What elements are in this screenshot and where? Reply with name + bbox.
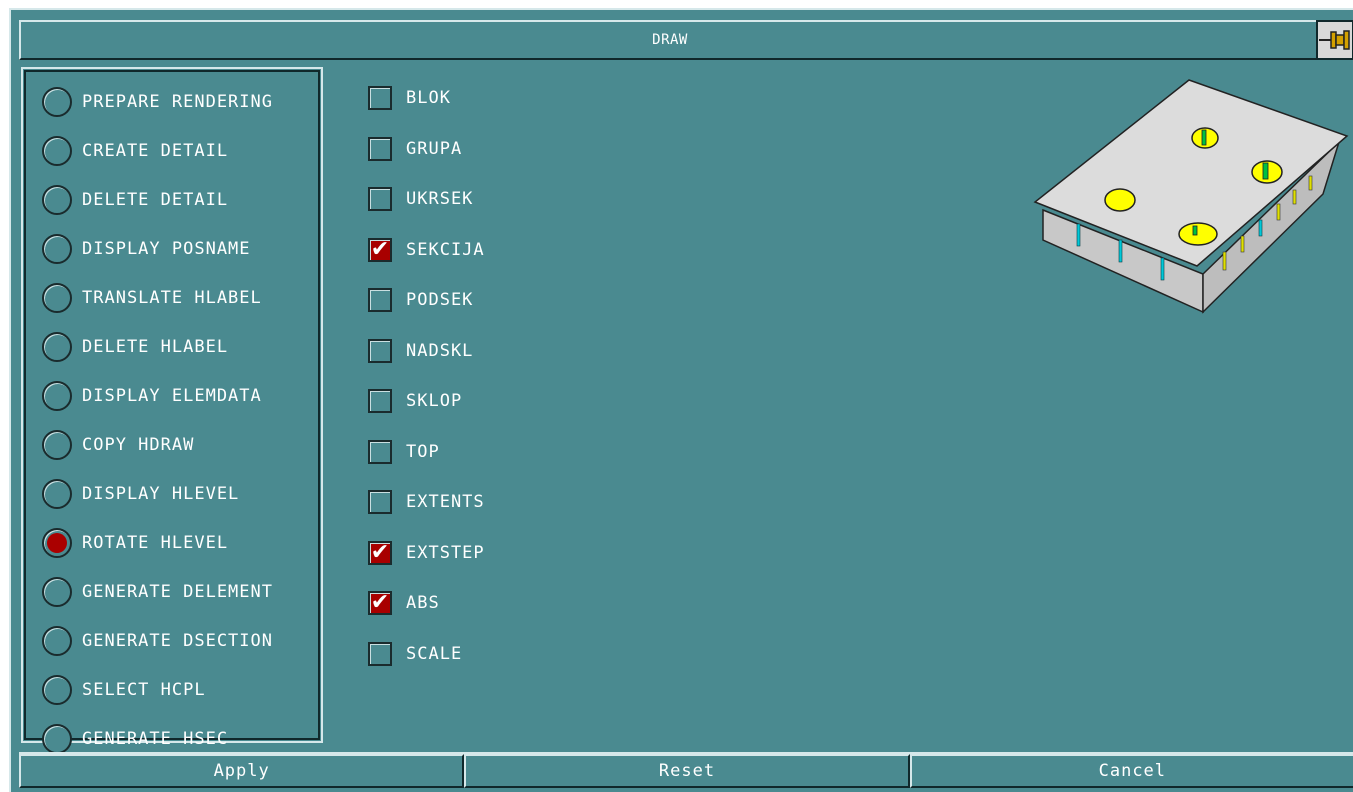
radio-selected-icon[interactable]	[42, 528, 72, 558]
radio-option-label: ROTATE HLEVEL	[82, 533, 229, 553]
checkbox-option[interactable]: SCALE	[368, 639, 462, 669]
radio-unselected-icon[interactable]	[42, 626, 72, 656]
operation-radio-panel: PREPARE RENDERING CREATE DETAIL DELETE DET…	[21, 67, 323, 754]
checkbox-unchecked-icon[interactable]	[368, 389, 392, 413]
radio-option-label: DELETE DETAIL	[82, 190, 229, 210]
radio-unselected-icon[interactable]	[42, 136, 72, 166]
radio-option-label: DISPLAY HLEVEL	[82, 484, 240, 504]
checkbox-checked-icon[interactable]: ✔	[368, 236, 392, 262]
checkbox-option-label: BLOK	[406, 88, 451, 108]
checkbox-option-label: TOP	[406, 441, 440, 462]
radio-option[interactable]: ROTATE HLEVEL	[42, 527, 228, 559]
checkbox-option-label: GRUPA	[406, 138, 463, 159]
radio-option-label: TRANSLATE HLABEL	[82, 288, 262, 308]
radio-option[interactable]: DISPLAY ELEMDATA	[42, 380, 262, 412]
checkbox-option[interactable]: EXTENTS	[368, 487, 485, 517]
checkmark-icon: ✔	[370, 590, 390, 615]
apply-button[interactable]: Apply	[19, 754, 465, 788]
pin-button[interactable]	[1316, 20, 1353, 60]
radio-option-label: DELETE HLABEL	[82, 337, 229, 357]
checkbox-option-label: SKLOP	[406, 391, 463, 411]
radio-option-label: CREATE DETAIL	[82, 141, 229, 161]
checkbox-unchecked-icon[interactable]	[368, 187, 392, 211]
checkbox-option[interactable]: TOP	[368, 437, 440, 467]
radio-option[interactable]: DISPLAY HLEVEL	[42, 478, 239, 510]
checkbox-option[interactable]: ✔ ABS	[368, 588, 440, 618]
radio-option[interactable]: DELETE HLABEL	[42, 331, 228, 363]
radio-option-label: COPY HDRAW	[82, 435, 195, 455]
radio-option-label: GENERATE DELEMENT	[82, 582, 273, 602]
checkbox-option-label: PODSEK	[406, 290, 474, 310]
checkbox-option[interactable]: NADSKL	[368, 336, 473, 366]
radio-option-label: DISPLAY ELEMDATA	[82, 386, 262, 406]
checkmark-icon: ✔	[370, 236, 390, 262]
radio-unselected-icon[interactable]	[42, 283, 72, 313]
radio-option[interactable]: DELETE DETAIL	[42, 184, 228, 216]
radio-option[interactable]: GENERATE DSECTION	[42, 625, 273, 657]
radio-unselected-icon[interactable]	[42, 724, 72, 754]
radio-option-label: PREPARE RENDERING	[82, 92, 273, 112]
checkbox-unchecked-icon[interactable]	[368, 136, 392, 161]
cancel-button[interactable]: Cancel	[909, 754, 1353, 788]
radio-unselected-icon[interactable]	[42, 381, 72, 411]
radio-unselected-icon[interactable]	[42, 479, 72, 509]
radio-option-label: SELECT HCPL	[82, 680, 206, 700]
radio-option[interactable]: COPY HDRAW	[42, 429, 194, 461]
radio-unselected-icon[interactable]	[42, 430, 72, 460]
radio-unselected-icon[interactable]	[42, 332, 72, 362]
checkbox-option-label: EXTSTEP	[406, 542, 485, 563]
radio-unselected-icon[interactable]	[42, 234, 72, 264]
radio-option[interactable]: SELECT HCPL	[42, 674, 206, 706]
radio-option-label: DISPLAY POSNAME	[82, 239, 251, 259]
checkbox-option-label: ABS	[406, 593, 440, 613]
checkbox-option[interactable]: BLOK	[368, 83, 451, 113]
checkbox-option[interactable]: ✔ SEKCIJA	[368, 235, 485, 265]
dialog-title: DRAW	[19, 20, 1321, 60]
radio-option[interactable]: DISPLAY POSNAME	[42, 233, 251, 265]
radio-unselected-icon[interactable]	[42, 577, 72, 607]
checkbox-checked-icon[interactable]: ✔	[368, 539, 392, 565]
radio-option[interactable]: CREATE DETAIL	[42, 135, 228, 167]
checkbox-option[interactable]: PODSEK	[368, 285, 473, 315]
radio-option[interactable]: PREPARE RENDERING	[42, 86, 273, 118]
checkbox-unchecked-icon[interactable]	[368, 439, 392, 464]
hull-model-preview	[1033, 79, 1349, 314]
checkmark-icon: ✔	[370, 539, 390, 565]
checkbox-option[interactable]: SKLOP	[368, 386, 462, 416]
radio-option-label: GENERATE DSECTION	[82, 631, 273, 651]
checkbox-option[interactable]: UKRSEK	[368, 184, 473, 214]
checkbox-option[interactable]: ✔ EXTSTEP	[368, 538, 485, 568]
checkbox-option-label: SEKCIJA	[406, 239, 485, 260]
checkbox-option[interactable]: GRUPA	[368, 134, 462, 164]
radio-unselected-icon[interactable]	[42, 87, 72, 117]
checkbox-unchecked-icon[interactable]	[368, 490, 392, 514]
checkbox-unchecked-icon[interactable]	[368, 86, 392, 110]
radio-option[interactable]: TRANSLATE HLABEL	[42, 282, 262, 314]
radio-option[interactable]: GENERATE DELEMENT	[42, 576, 273, 608]
radio-unselected-icon[interactable]	[42, 675, 72, 705]
radio-option[interactable]: GENERATE HSEC	[42, 723, 228, 755]
checkbox-option-label: EXTENTS	[406, 492, 485, 512]
checkbox-checked-icon[interactable]: ✔	[368, 591, 392, 615]
reset-button[interactable]: Reset	[464, 754, 910, 788]
draw-dialog: DRAW PREPARE RENDERING CREATE DETAIL DELET…	[9, 8, 1353, 792]
checkbox-option-label: NADSKL	[406, 340, 474, 361]
checkbox-unchecked-icon[interactable]	[368, 338, 392, 363]
checkbox-unchecked-icon[interactable]	[368, 288, 392, 312]
checkbox-option-label: SCALE	[406, 643, 463, 664]
checkbox-unchecked-icon[interactable]	[368, 641, 392, 666]
radio-option-label: GENERATE HSEC	[82, 729, 229, 749]
radio-unselected-icon[interactable]	[42, 185, 72, 215]
pushpin-icon	[1319, 30, 1350, 50]
checkbox-option-label: UKRSEK	[406, 189, 474, 209]
action-bar: Apply Reset Cancel	[19, 752, 1353, 788]
